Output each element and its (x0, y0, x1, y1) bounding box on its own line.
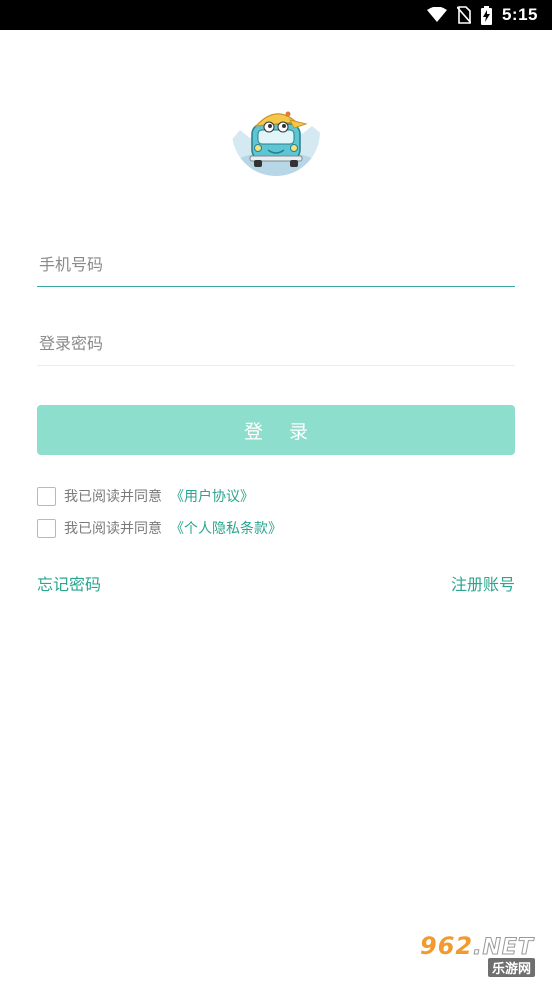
watermark-subtitle: 乐游网 (488, 958, 536, 977)
phone-input[interactable] (37, 255, 515, 274)
user-agreement-checkbox[interactable] (37, 486, 56, 506)
user-agreement-row: 我已阅读并同意 《用户协议》 (37, 485, 254, 507)
watermark-suffix: .NET (473, 935, 534, 961)
privacy-agreement-checkbox[interactable] (37, 518, 56, 538)
status-time: 5:15 (501, 5, 538, 24)
status-bar: 5:15 (0, 0, 552, 30)
watermark-number: 962 (420, 932, 474, 960)
wifi-icon (426, 7, 447, 23)
car-mascot-logo (228, 100, 324, 180)
battery-charging-icon (480, 5, 492, 25)
privacy-agreement-row: 我已阅读并同意 《个人隐私条款》 (37, 517, 282, 539)
password-field-container (37, 322, 515, 366)
phone-field-container (37, 243, 515, 287)
privacy-agreement-link[interactable]: 《个人隐私条款》 (170, 518, 282, 538)
no-sim-icon (456, 6, 471, 24)
watermark-brand: 962.NET (420, 932, 534, 961)
watermark-logo: 962.NET 乐游网 (412, 930, 548, 978)
register-link[interactable]: 注册账号 (451, 571, 515, 595)
user-agreement-text: 我已阅读并同意 (64, 489, 162, 505)
privacy-agreement-text: 我已阅读并同意 (64, 521, 162, 537)
forgot-password-link[interactable]: 忘记密码 (37, 571, 101, 595)
user-agreement-link[interactable]: 《用户协议》 (170, 486, 254, 506)
password-input[interactable] (37, 334, 515, 353)
login-button[interactable]: 登 录 (37, 405, 515, 455)
